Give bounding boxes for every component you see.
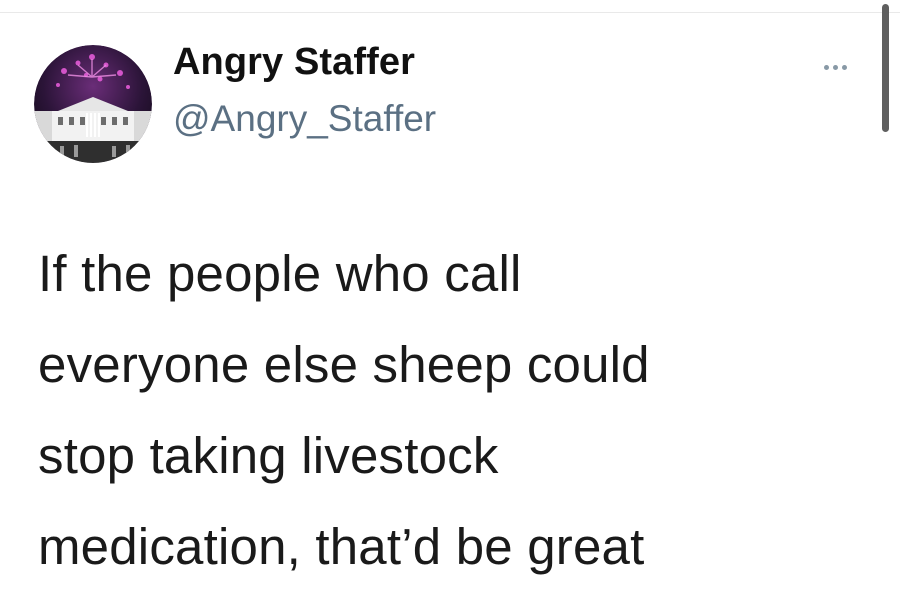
more-options-icon-dot-2	[832, 64, 838, 70]
more-options-button[interactable]	[818, 59, 852, 75]
tweet-line-3: stop taking livestock	[38, 427, 499, 484]
more-options-icon-dot-3	[841, 64, 847, 70]
more-options-icon	[823, 64, 829, 70]
tweet-card: Angry Staffer @Angry_Staffer If the peop…	[0, 13, 900, 605]
tweet-line-2: everyone else sheep could	[38, 336, 650, 393]
user-handle[interactable]: @Angry_Staffer	[173, 98, 436, 140]
display-name[interactable]: Angry Staffer	[173, 41, 415, 84]
avatar[interactable]	[34, 45, 152, 163]
tweet-line-4: medication, that’d be great	[38, 518, 645, 575]
scrollbar-thumb[interactable]	[882, 4, 889, 132]
tweet-line-1: If the people who call	[38, 245, 522, 302]
tweet-body: If the people who call everyone else she…	[38, 228, 858, 592]
